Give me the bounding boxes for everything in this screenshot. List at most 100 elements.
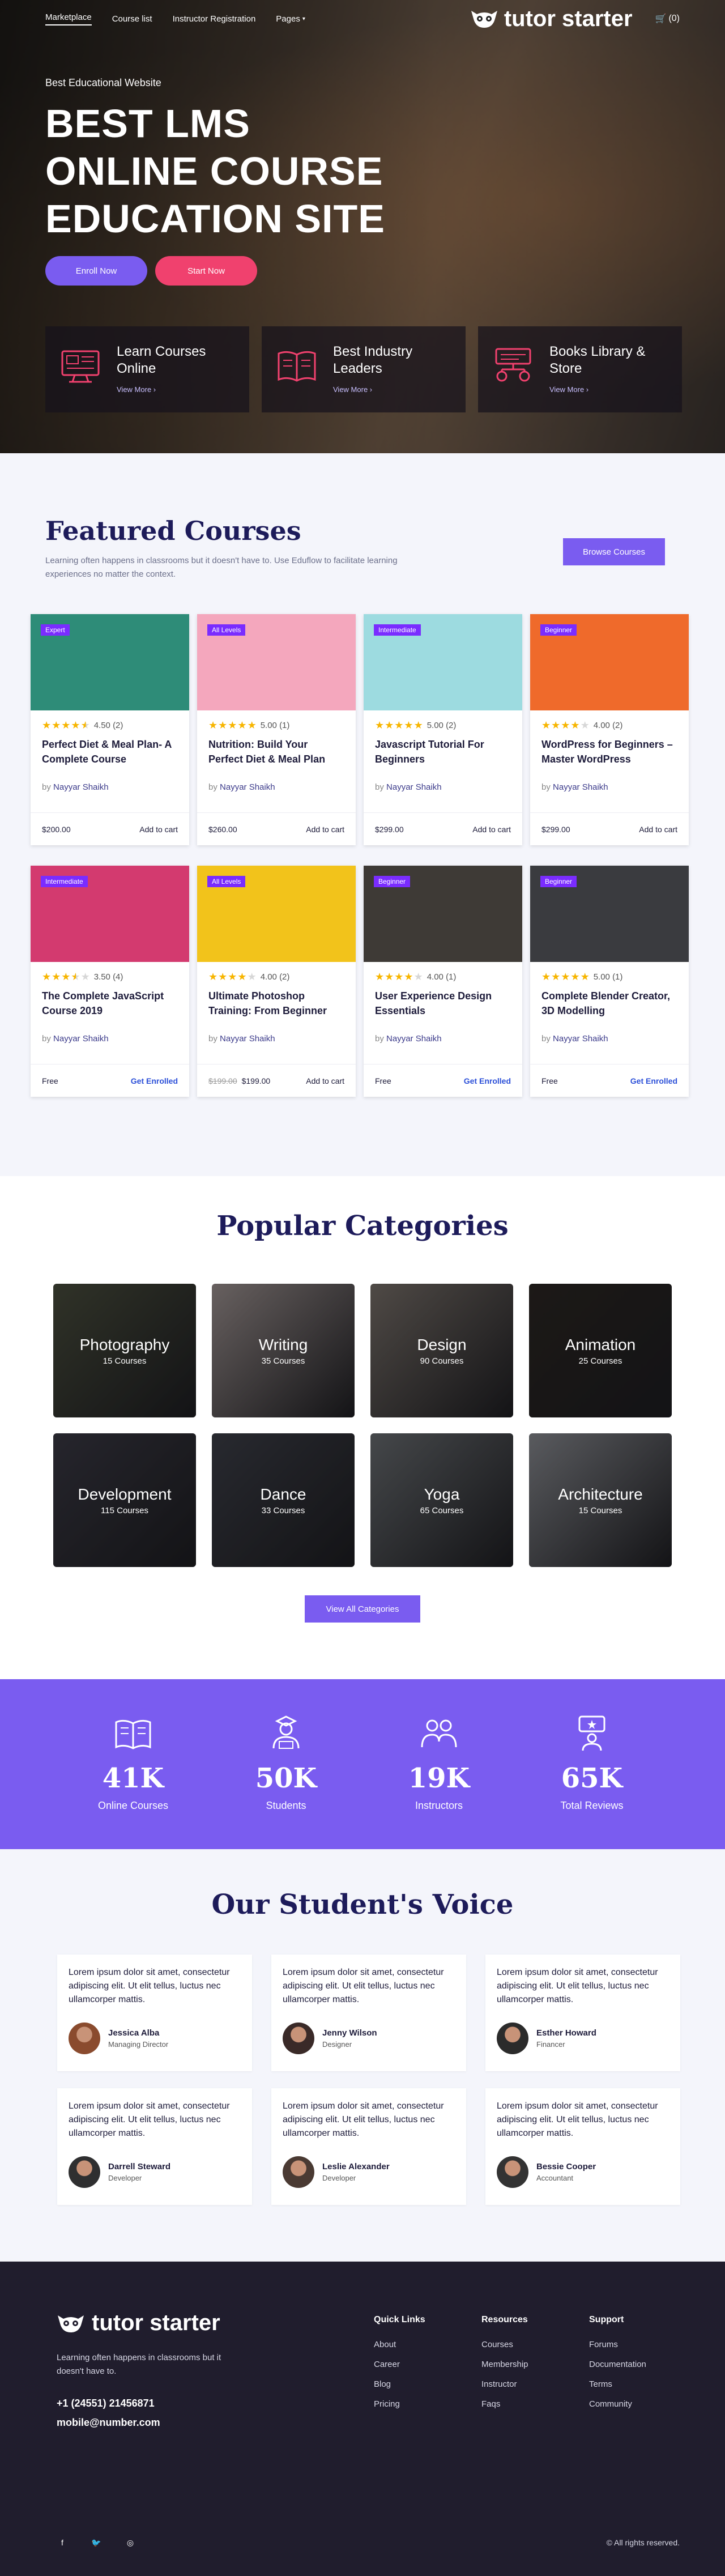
footer-link[interactable]: Faqs <box>481 2399 528 2409</box>
course-card[interactable]: Intermediate ★★★★★ 5.00 (2) Javascript Tuto… <box>364 614 522 845</box>
browse-courses-button[interactable]: Browse Courses <box>563 538 665 565</box>
footer-link[interactable]: Career <box>374 2360 425 2369</box>
nav-link-pages[interactable]: Pages ▾ <box>276 12 305 25</box>
author-name[interactable]: Nayyar Shaikh <box>220 1034 275 1044</box>
author-name[interactable]: Nayyar Shaikh <box>386 1034 442 1044</box>
stat-label: Students <box>266 1800 306 1811</box>
course-card[interactable]: All Levels ★★★★★ 5.00 (1) Nutrition: Build … <box>197 614 356 845</box>
category-card[interactable]: Design 90 Courses <box>370 1284 513 1417</box>
level-badge: Beginner <box>540 624 577 636</box>
course-card-footer: $260.00 Add to cart <box>197 812 356 845</box>
category-card[interactable]: Architecture 15 Courses <box>529 1433 672 1567</box>
instagram-icon[interactable]: ◎ <box>125 2537 136 2548</box>
nav-link-instructor-registration[interactable]: Instructor Registration <box>173 12 256 25</box>
start-now-button[interactable]: Start Now <box>155 256 257 286</box>
course-card[interactable]: Beginner ★★★★★ 4.00 (1) User Experience Des… <box>364 866 522 1097</box>
footer-link[interactable]: Courses <box>481 2340 528 2349</box>
footer-link[interactable]: Forums <box>589 2340 646 2349</box>
course-card[interactable]: All Levels ★★★★★ 4.00 (2) Ultimate Photosho… <box>197 866 356 1097</box>
current-price: Free <box>42 1076 58 1085</box>
category-card[interactable]: Photography 15 Courses <box>53 1284 196 1417</box>
star-icon: ★ <box>42 719 52 731</box>
author-name[interactable]: Nayyar Shaikh <box>220 782 275 792</box>
feature-box[interactable]: Best Industry Leaders View More › <box>262 326 466 412</box>
get-enrolled-button[interactable]: Get Enrolled <box>131 1076 178 1085</box>
course-card[interactable]: Beginner ★★★★★ 4.00 (2) WordPress for Begin… <box>530 614 689 845</box>
person-name: Bessie Cooper <box>536 2162 596 2171</box>
footer-link[interactable]: Instructor <box>481 2379 528 2389</box>
footer-link[interactable]: Blog <box>374 2379 425 2389</box>
course-card[interactable]: Expert ★★★★★ 4.50 (2) Perfect Diet & Meal P… <box>31 614 189 845</box>
category-name: Development <box>78 1485 172 1503</box>
nav-link-pages-label: Pages <box>276 14 300 24</box>
course-thumbnail[interactable]: Beginner <box>364 866 522 962</box>
footer-link[interactable]: About <box>374 2340 425 2349</box>
rating-value: 4.50 (2) <box>93 721 123 730</box>
footer-link[interactable]: Pricing <box>374 2399 425 2409</box>
testimonial-card: Lorem ipsum dolor sit amet, consectetur … <box>57 1955 252 2071</box>
category-count: 25 Courses <box>578 1356 622 1366</box>
view-more-link[interactable]: View More › <box>117 385 156 394</box>
course-title[interactable]: WordPress for Beginners – Master WordPre… <box>541 737 677 769</box>
brand-logo[interactable]: tutor starter <box>470 6 633 32</box>
footer-link[interactable]: Terms <box>589 2379 646 2389</box>
course-card[interactable]: Intermediate ★★★★★ 3.50 (4) The Complete Ja… <box>31 866 189 1097</box>
course-title[interactable]: The Complete JavaScript Course 2019 <box>42 989 178 1020</box>
course-thumbnail[interactable]: All Levels <box>197 866 356 962</box>
add-to-cart-button[interactable]: Add to cart <box>139 825 178 834</box>
course-card[interactable]: Beginner ★★★★★ 5.00 (1) Complete Blender Cr… <box>530 866 689 1097</box>
star-icon: ★ <box>541 971 552 982</box>
course-thumbnail[interactable]: Beginner <box>530 866 689 962</box>
category-card[interactable]: Animation 25 Courses <box>529 1284 672 1417</box>
course-thumbnail[interactable]: Intermediate <box>364 614 522 710</box>
course-title[interactable]: Ultimate Photoshop Training: From Beginn… <box>208 989 344 1020</box>
cart-button[interactable]: 🛒 (0) <box>655 13 680 24</box>
view-all-categories-button[interactable]: View All Categories <box>305 1595 420 1623</box>
twitter-icon[interactable]: 🐦 <box>91 2537 102 2548</box>
course-thumbnail[interactable]: Expert <box>31 614 189 710</box>
course-title[interactable]: Javascript Tutorial For Beginners <box>375 737 511 769</box>
course-thumbnail[interactable]: All Levels <box>197 614 356 710</box>
feature-box[interactable]: Books Library & Store View More › <box>478 326 682 412</box>
view-more-link[interactable]: View More › <box>549 385 588 394</box>
category-name: Photography <box>79 1335 170 1353</box>
add-to-cart-button[interactable]: Add to cart <box>472 825 511 834</box>
nav-link-marketplace[interactable]: Marketplace <box>45 12 92 25</box>
star-icon: ★ <box>551 971 561 982</box>
footer-link[interactable]: Membership <box>481 2360 528 2369</box>
view-more-link[interactable]: View More › <box>333 385 372 394</box>
author-name[interactable]: Nayyar Shaikh <box>553 1034 608 1044</box>
add-to-cart-button[interactable]: Add to cart <box>639 825 677 834</box>
course-title[interactable]: User Experience Design Essentials <box>375 989 511 1020</box>
get-enrolled-button[interactable]: Get Enrolled <box>630 1076 677 1085</box>
nav-link-course-list[interactable]: Course list <box>112 12 152 25</box>
footer-phone[interactable]: +1 (24551) 21456871 <box>57 2398 155 2409</box>
course-title[interactable]: Complete Blender Creator, 3D Modelling <box>541 989 677 1020</box>
category-card[interactable]: Writing 35 Courses <box>212 1284 355 1417</box>
author-name[interactable]: Nayyar Shaikh <box>53 1034 109 1044</box>
course-title[interactable]: Perfect Diet & Meal Plan- A Complete Cou… <box>42 737 178 769</box>
category-name: Dance <box>260 1485 306 1503</box>
student-icon <box>272 1715 300 1749</box>
add-to-cart-button[interactable]: Add to cart <box>306 825 344 834</box>
footer-link[interactable]: Community <box>589 2399 646 2409</box>
author-name[interactable]: Nayyar Shaikh <box>553 782 608 792</box>
course-title[interactable]: Nutrition: Build Your Perfect Diet & Mea… <box>208 737 344 769</box>
category-count: 15 Courses <box>103 1356 147 1366</box>
footer-email[interactable]: mobile@number.com <box>57 2417 160 2429</box>
level-badge: All Levels <box>207 624 246 636</box>
feature-box[interactable]: Learn Courses Online View More › <box>45 326 249 412</box>
footer-link[interactable]: Documentation <box>589 2360 646 2369</box>
category-card[interactable]: Dance 33 Courses <box>212 1433 355 1567</box>
course-thumbnail[interactable]: Intermediate <box>31 866 189 962</box>
get-enrolled-button[interactable]: Get Enrolled <box>464 1076 511 1085</box>
category-card[interactable]: Development 115 Courses <box>53 1433 196 1567</box>
facebook-icon[interactable]: f <box>57 2537 68 2548</box>
add-to-cart-button[interactable]: Add to cart <box>306 1076 344 1085</box>
footer-brand[interactable]: tutor starter <box>57 2310 220 2336</box>
author-name[interactable]: Nayyar Shaikh <box>386 782 442 792</box>
course-thumbnail[interactable]: Beginner <box>530 614 689 710</box>
author-name[interactable]: Nayyar Shaikh <box>53 782 109 792</box>
enroll-now-button[interactable]: Enroll Now <box>45 256 147 286</box>
category-card[interactable]: Yoga 65 Courses <box>370 1433 513 1567</box>
